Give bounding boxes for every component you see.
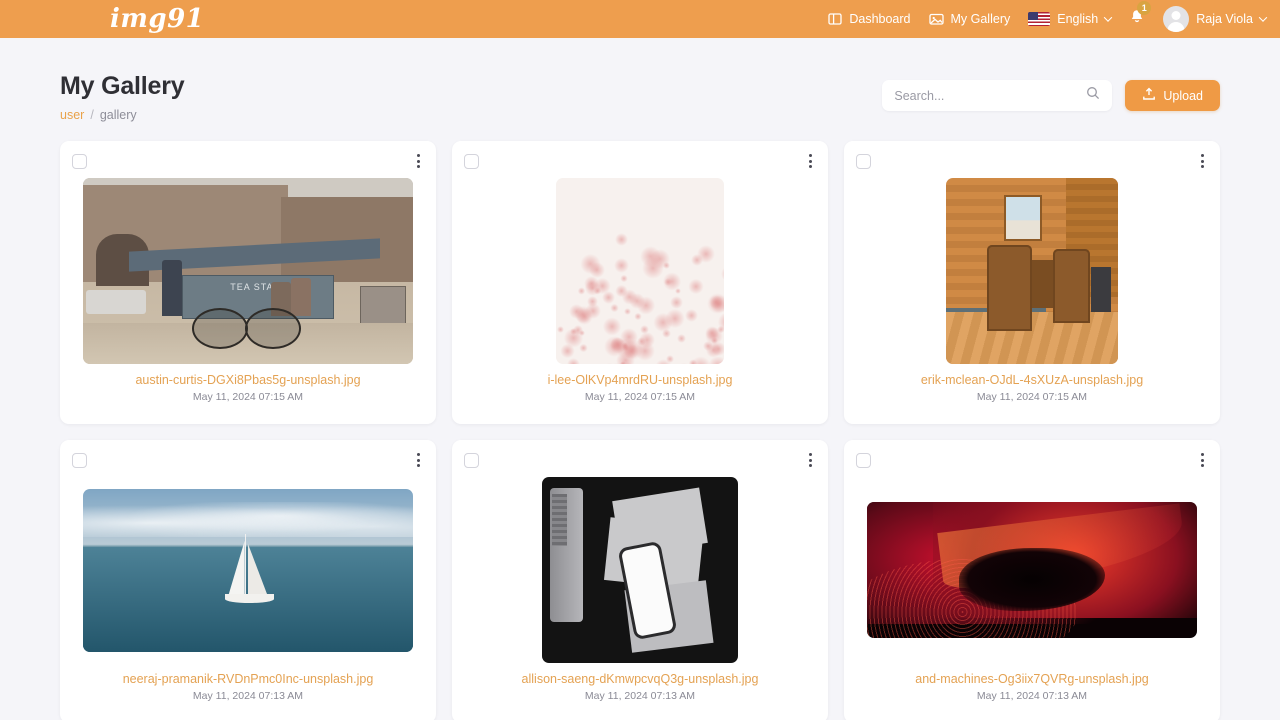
card-filename[interactable]: and-machines-Og3iix7QVRg-unsplash.jpg (856, 672, 1208, 686)
card-thumbnail-image[interactable] (556, 178, 724, 364)
card-select-checkbox[interactable] (464, 453, 479, 468)
card-thumbnail-area (464, 178, 816, 364)
card-date: May 11, 2024 07:15 AM (856, 391, 1208, 403)
card-date: May 11, 2024 07:15 AM (72, 391, 424, 403)
page-title: My Gallery (60, 72, 184, 101)
breadcrumb-user[interactable]: user (60, 108, 84, 122)
gallery-icon (929, 12, 944, 26)
nav-item-my-gallery-label: My Gallery (951, 12, 1011, 26)
card-date: May 11, 2024 07:13 AM (464, 690, 816, 702)
card-meta: erik-mclean-OJdL-4sXUzA-unsplash.jpg May… (856, 364, 1208, 424)
notifications-button[interactable]: 1 (1129, 8, 1145, 30)
card-menu-icon[interactable] (1197, 151, 1208, 171)
gallery-grid: austin-curtis-DGXi8Pbas5g-unsplash.jpg M… (60, 141, 1220, 720)
nav-item-dashboard-label: Dashboard (849, 12, 910, 26)
card-select-checkbox[interactable] (856, 154, 871, 169)
card-select-checkbox[interactable] (856, 453, 871, 468)
card-filename[interactable]: i-lee-OlKVp4mrdRU-unsplash.jpg (464, 373, 816, 387)
dashboard-icon (828, 12, 842, 26)
card-date: May 11, 2024 07:13 AM (72, 690, 424, 702)
language-selector[interactable]: English (1028, 12, 1111, 26)
card-filename[interactable]: allison-saeng-dKmwpcvqQ3g-unsplash.jpg (464, 672, 816, 686)
card-filename[interactable]: erik-mclean-OJdL-4sXUzA-unsplash.jpg (856, 373, 1208, 387)
card-thumbnail-image[interactable] (542, 477, 738, 663)
notification-badge: 1 (1137, 1, 1151, 15)
chevron-down-icon (1104, 13, 1112, 21)
nav-item-my-gallery[interactable]: My Gallery (929, 12, 1011, 26)
card-meta: and-machines-Og3iix7QVRg-unsplash.jpg Ma… (856, 663, 1208, 720)
gallery-card[interactable]: erik-mclean-OJdL-4sXUzA-unsplash.jpg May… (844, 141, 1220, 424)
card-toolbar (464, 152, 816, 170)
user-menu[interactable]: Raja Viola (1163, 6, 1266, 32)
card-meta: austin-curtis-DGXi8Pbas5g-unsplash.jpg M… (72, 364, 424, 424)
search-icon (1086, 86, 1100, 105)
page-title-block: My Gallery user / gallery (60, 72, 184, 122)
card-menu-icon[interactable] (413, 450, 424, 470)
card-thumbnail-image[interactable] (83, 489, 413, 652)
search-input[interactable] (894, 89, 1086, 103)
card-toolbar (464, 451, 816, 469)
card-meta: allison-saeng-dKmwpcvqQ3g-unsplash.jpg M… (464, 663, 816, 720)
card-thumbnail-area (72, 178, 424, 364)
page-content: My Gallery user / gallery Search... Uplo… (0, 38, 1280, 720)
card-menu-icon[interactable] (805, 151, 816, 171)
card-date: May 11, 2024 07:15 AM (464, 391, 816, 403)
page-header: My Gallery user / gallery Search... Uplo… (60, 38, 1220, 122)
card-thumbnail-image[interactable] (83, 178, 413, 364)
card-select-checkbox[interactable] (464, 154, 479, 169)
card-thumbnail-area (856, 477, 1208, 663)
brand-logo[interactable]: img91 (110, 4, 204, 34)
user-name-label: Raja Viola (1196, 12, 1253, 26)
breadcrumb: user / gallery (60, 108, 184, 122)
card-thumbnail-area (72, 477, 424, 663)
card-date: May 11, 2024 07:13 AM (856, 690, 1208, 702)
card-thumbnail-area (856, 178, 1208, 364)
top-navbar: img91 Dashboard My Gallery English 1 Raj… (0, 0, 1280, 38)
upload-button-label: Upload (1163, 89, 1203, 103)
upload-icon (1142, 87, 1156, 104)
navbar-right-group: Dashboard My Gallery English 1 Raja Viol… (828, 0, 1266, 38)
card-toolbar (72, 152, 424, 170)
card-thumbnail-image[interactable] (867, 502, 1197, 638)
card-select-checkbox[interactable] (72, 154, 87, 169)
us-flag-icon (1028, 12, 1050, 26)
card-meta: neeraj-pramanik-RVDnPmc0Inc-unsplash.jpg… (72, 663, 424, 720)
avatar-icon (1163, 6, 1189, 32)
gallery-card[interactable]: and-machines-Og3iix7QVRg-unsplash.jpg Ma… (844, 440, 1220, 720)
card-meta: i-lee-OlKVp4mrdRU-unsplash.jpg May 11, 2… (464, 364, 816, 424)
gallery-card[interactable]: i-lee-OlKVp4mrdRU-unsplash.jpg May 11, 2… (452, 141, 828, 424)
card-toolbar (856, 451, 1208, 469)
gallery-card[interactable]: neeraj-pramanik-RVDnPmc0Inc-unsplash.jpg… (60, 440, 436, 720)
chevron-down-icon (1259, 13, 1267, 21)
upload-button[interactable]: Upload (1125, 80, 1220, 111)
card-filename[interactable]: austin-curtis-DGXi8Pbas5g-unsplash.jpg (72, 373, 424, 387)
nav-item-dashboard[interactable]: Dashboard (828, 12, 910, 26)
card-menu-icon[interactable] (1197, 450, 1208, 470)
card-thumbnail-area (464, 477, 816, 663)
card-thumbnail-image[interactable] (946, 178, 1118, 364)
card-toolbar (72, 451, 424, 469)
card-toolbar (856, 152, 1208, 170)
gallery-card[interactable]: austin-curtis-DGXi8Pbas5g-unsplash.jpg M… (60, 141, 436, 424)
header-tools: Upload (882, 72, 1220, 111)
card-menu-icon[interactable] (805, 450, 816, 470)
card-menu-icon[interactable] (413, 151, 424, 171)
card-filename[interactable]: neeraj-pramanik-RVDnPmc0Inc-unsplash.jpg (72, 672, 424, 686)
language-label: English (1057, 12, 1098, 26)
card-select-checkbox[interactable] (72, 453, 87, 468)
breadcrumb-gallery: gallery (100, 108, 137, 122)
search-box[interactable] (882, 80, 1112, 111)
gallery-card[interactable]: allison-saeng-dKmwpcvqQ3g-unsplash.jpg M… (452, 440, 828, 720)
breadcrumb-separator: / (90, 108, 93, 122)
